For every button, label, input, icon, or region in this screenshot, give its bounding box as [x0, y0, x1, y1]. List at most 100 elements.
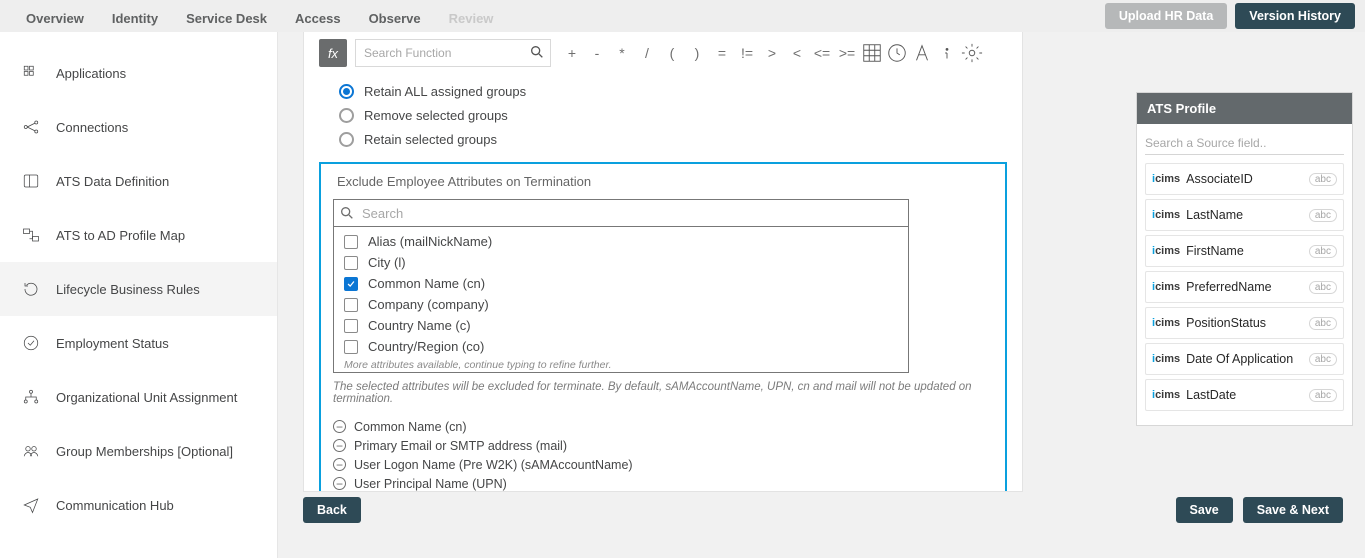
radio-label: Retain ALL assigned groups [364, 84, 526, 99]
ats-field[interactable]: icimsLastDateabc [1145, 379, 1344, 411]
ats-field-name: AssociateID [1186, 172, 1303, 186]
settings-icon[interactable] [961, 42, 983, 64]
ats-search-input[interactable] [1145, 132, 1344, 155]
ats-field[interactable]: icimsPositionStatusabc [1145, 307, 1344, 339]
org-unit-icon [22, 388, 40, 406]
attr-option[interactable]: Common Name (cn) [334, 273, 908, 294]
ats-field[interactable]: icimsAssociateIDabc [1145, 163, 1344, 195]
table-icon[interactable] [861, 42, 883, 64]
attributes-search-input[interactable] [333, 199, 909, 227]
op-div[interactable]: / [636, 42, 658, 64]
selected-attributes-list: −Common Name (cn) −Primary Email or SMTP… [333, 417, 993, 492]
radio-retain-all[interactable]: Retain ALL assigned groups [339, 80, 1007, 102]
ats-field-name: FirstName [1186, 244, 1303, 258]
op-gte[interactable]: >= [836, 42, 858, 64]
op-lparen[interactable]: ( [661, 42, 683, 64]
sidebar-label: Organizational Unit Assignment [56, 390, 237, 405]
radio-retain-selected[interactable]: Retain selected groups [339, 128, 1007, 150]
checkbox-icon [344, 256, 358, 270]
tab-service-desk[interactable]: Service Desk [172, 0, 281, 32]
attr-option[interactable]: Country Name (c) [334, 315, 908, 336]
rules-card: fx + - * / ( ) = != > < <= >= [303, 32, 1023, 492]
sidebar-item-applications[interactable]: Applications [0, 46, 277, 100]
function-search-input[interactable] [355, 39, 551, 67]
version-history-button[interactable]: Version History [1235, 3, 1355, 29]
wizard-footer: Back Save Save & Next [303, 497, 1343, 523]
op-gt[interactable]: > [761, 42, 783, 64]
tab-access[interactable]: Access [281, 0, 355, 32]
attr-option[interactable]: City (l) [334, 252, 908, 273]
field-type-badge: abc [1309, 389, 1337, 402]
attr-label: Company (company) [368, 297, 489, 312]
attr-label: Country/Region (co) [368, 339, 484, 354]
radio-remove-selected[interactable]: Remove selected groups [339, 104, 1007, 126]
sidebar-item-groups[interactable]: Group Memberships [Optional] [0, 424, 277, 478]
ats-field[interactable]: icimsDate Of Applicationabc [1145, 343, 1344, 375]
grid-icon [22, 64, 40, 82]
sidebar-item-ats-data[interactable]: ATS Data Definition [0, 154, 277, 208]
tab-review[interactable]: Review [435, 0, 508, 32]
remove-icon[interactable]: − [333, 420, 346, 433]
send-icon [22, 496, 40, 514]
save-next-button[interactable]: Save & Next [1243, 497, 1343, 523]
checkbox-icon [344, 235, 358, 249]
selected-attr-label: Primary Email or SMTP address (mail) [354, 439, 567, 453]
selected-attr: −User Logon Name (Pre W2K) (sAMAccountNa… [333, 455, 993, 474]
remove-icon[interactable]: − [333, 477, 346, 490]
group-retention-radios: Retain ALL assigned groups Remove select… [339, 80, 1007, 150]
selected-attr: −Primary Email or SMTP address (mail) [333, 436, 993, 455]
ats-field[interactable]: icimsFirstNameabc [1145, 235, 1344, 267]
remove-icon[interactable]: − [333, 458, 346, 471]
search-icon[interactable] [529, 44, 545, 60]
sidebar-label: Employment Status [56, 336, 169, 351]
tab-observe[interactable]: Observe [355, 0, 435, 32]
field-type-badge: abc [1309, 353, 1337, 366]
op-minus[interactable]: - [586, 42, 608, 64]
radio-label: Remove selected groups [364, 108, 508, 123]
sidebar-item-lifecycle[interactable]: Lifecycle Business Rules [0, 262, 277, 316]
back-button[interactable]: Back [303, 497, 361, 523]
sidebar-item-comm-hub[interactable]: Communication Hub [0, 478, 277, 532]
upload-hr-data-button[interactable]: Upload HR Data [1105, 3, 1227, 29]
top-nav: Overview Identity Service Desk Access Ob… [0, 0, 1365, 32]
field-type-badge: abc [1309, 209, 1337, 222]
search-icon [339, 205, 355, 221]
selected-attr-label: User Logon Name (Pre W2K) (sAMAccountNam… [354, 458, 633, 472]
op-neq[interactable]: != [736, 42, 758, 64]
nav-tabs: Overview Identity Service Desk Access Ob… [12, 0, 507, 32]
op-rparen[interactable]: ) [686, 42, 708, 64]
attributes-list[interactable]: Alias (mailNickName) City (l) Common Nam… [333, 227, 909, 373]
sidebar-item-connections[interactable]: Connections [0, 100, 277, 154]
save-button[interactable]: Save [1176, 497, 1233, 523]
checkbox-icon [344, 319, 358, 333]
op-plus[interactable]: + [561, 42, 583, 64]
attr-option[interactable]: Company (company) [334, 294, 908, 315]
op-lte[interactable]: <= [811, 42, 833, 64]
source-badge: icims [1152, 317, 1180, 329]
tab-identity[interactable]: Identity [98, 0, 172, 32]
op-mult[interactable]: * [611, 42, 633, 64]
op-eq[interactable]: = [711, 42, 733, 64]
attr-option[interactable]: Country/Region (co) [334, 336, 908, 357]
exclude-help-text: The selected attributes will be excluded… [333, 381, 993, 405]
remove-icon[interactable]: − [333, 439, 346, 452]
fx-icon: fx [319, 39, 347, 67]
sidebar-item-profile-map[interactable]: ATS to AD Profile Map [0, 208, 277, 262]
selected-attr: −Common Name (cn) [333, 417, 993, 436]
clock-icon[interactable] [886, 42, 908, 64]
sidebar-label: Group Memberships [Optional] [56, 444, 233, 459]
ats-field[interactable]: icimsPreferredNameabc [1145, 271, 1344, 303]
sidebar-item-employment[interactable]: Employment Status [0, 316, 277, 370]
sidebar-item-ou[interactable]: Organizational Unit Assignment [0, 370, 277, 424]
source-badge: icims [1152, 389, 1180, 401]
sidebar: Applications Connections ATS Data Defini… [0, 32, 278, 558]
attr-option[interactable]: Alias (mailNickName) [334, 231, 908, 252]
font-icon[interactable] [911, 42, 933, 64]
sidebar-label: Communication Hub [56, 498, 174, 513]
ats-field-name: PreferredName [1186, 280, 1303, 294]
op-lt[interactable]: < [786, 42, 808, 64]
ats-field[interactable]: icimsLastNameabc [1145, 199, 1344, 231]
source-badge: icims [1152, 209, 1180, 221]
info-icon[interactable] [936, 42, 958, 64]
tab-overview[interactable]: Overview [12, 0, 98, 32]
